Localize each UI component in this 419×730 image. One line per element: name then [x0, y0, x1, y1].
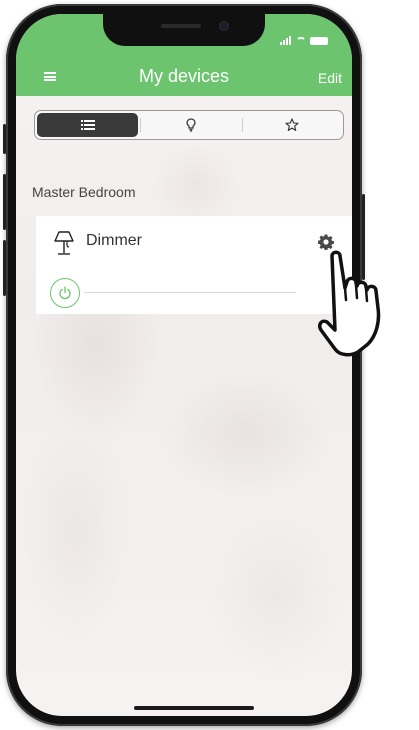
notch — [103, 14, 265, 46]
tab-devices-view[interactable] — [140, 111, 241, 139]
dimmer-slider[interactable] — [84, 292, 296, 293]
view-segmented-control — [34, 110, 344, 140]
lamp-icon — [54, 231, 74, 255]
volume-down-button — [3, 240, 6, 296]
screen: My devices Edit Master Bedroom Dimmer — [16, 14, 352, 716]
mute-switch — [3, 124, 6, 154]
status-bar — [280, 36, 328, 45]
power-toggle-button[interactable] — [50, 278, 80, 308]
star-icon — [285, 118, 299, 131]
tab-list-view[interactable] — [37, 113, 139, 137]
front-camera — [220, 22, 228, 30]
device-card[interactable]: Dimmer — [36, 216, 352, 314]
phone-frame: My devices Edit Master Bedroom Dimmer — [3, 4, 365, 726]
wifi-icon — [296, 37, 306, 45]
signal-icon — [280, 36, 292, 45]
speaker-grille — [161, 24, 201, 28]
pointing-hand-icon — [318, 250, 381, 357]
list-icon — [80, 120, 95, 130]
bulb-icon — [186, 118, 196, 132]
battery-icon — [310, 37, 328, 45]
volume-up-button — [3, 174, 6, 230]
room-heading: Master Bedroom — [32, 184, 136, 200]
page-title: My devices — [138, 66, 230, 86]
device-name: Dimmer — [86, 232, 142, 249]
edit-button[interactable]: Edit — [318, 70, 342, 86]
power-icon — [59, 286, 71, 300]
home-indicator — [134, 706, 254, 710]
tab-favorites-view[interactable] — [241, 111, 343, 139]
